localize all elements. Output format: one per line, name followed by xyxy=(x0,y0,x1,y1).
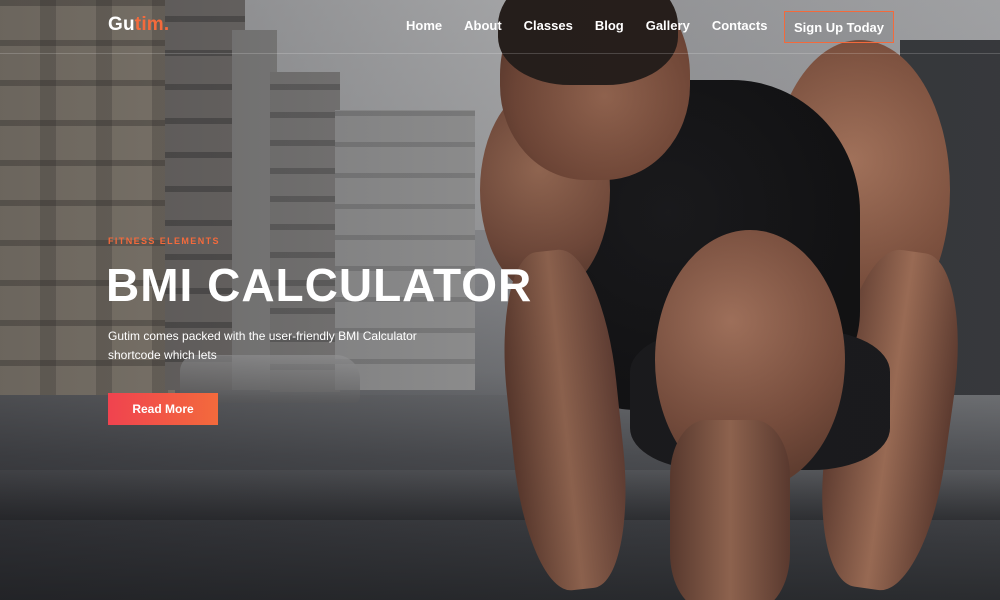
sign-up-button[interactable]: Sign Up Today xyxy=(784,11,894,43)
nav-contacts[interactable]: Contacts xyxy=(712,18,768,33)
hero-description: Gutim comes packed with the user-friendl… xyxy=(108,329,417,362)
nav-home[interactable]: Home xyxy=(406,18,442,33)
main-nav: Home About Classes Blog Gallery Contacts xyxy=(406,18,789,33)
logo[interactable]: Gutim. xyxy=(108,14,169,36)
logo-text: Gu xyxy=(108,14,135,35)
nav-classes[interactable]: Classes xyxy=(524,18,573,33)
nav-blog[interactable]: Blog xyxy=(595,18,624,33)
hero-title: BMI CALCULATOR xyxy=(106,259,533,311)
nav-gallery[interactable]: Gallery xyxy=(646,18,690,33)
site-header: Gutim. Home About Classes Blog Gallery C… xyxy=(0,0,1000,54)
hero-kicker: FITNESS ELEMENTS xyxy=(108,236,220,246)
logo-accent: tim. xyxy=(134,14,170,35)
read-more-button[interactable]: Read More xyxy=(108,393,218,425)
nav-about[interactable]: About xyxy=(464,18,502,33)
